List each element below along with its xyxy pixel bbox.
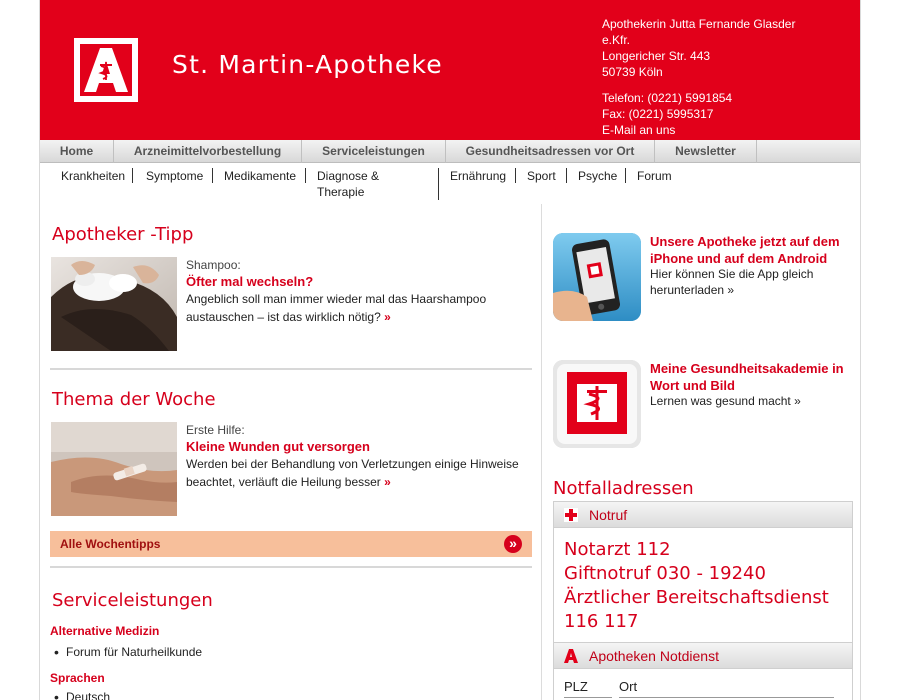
emergency-line-notarzt: Notarzt 112 xyxy=(564,539,671,560)
notruf-box: Notruf Notarzt 112 Giftnotruf 030 - 1924… xyxy=(553,501,853,643)
notdienst-title: Apotheken Notdienst xyxy=(589,648,719,664)
thema-title[interactable]: Kleine Wunden gut versorgen xyxy=(186,439,370,454)
promo-app-title[interactable]: Unsere Apotheke jetzt auf dem iPhone und… xyxy=(650,233,850,267)
double-arrow-right-icon: » xyxy=(504,535,522,553)
nav-arzneimittelvorbestellung[interactable]: Arzneimittelvorbestellung xyxy=(114,140,302,163)
promo-akademie-title[interactable]: Meine Gesundheitsakademie in Wort und Bi… xyxy=(650,360,850,394)
site-header: St. Martin-Apotheke Apothekerin Jutta Fe… xyxy=(40,0,860,140)
thema-category: Erste Hilfe: xyxy=(186,423,245,437)
nav-home[interactable]: Home xyxy=(40,140,114,163)
column-divider xyxy=(541,204,542,700)
apotheke-a-icon xyxy=(80,44,132,96)
all-weekly-tips-label: Alle Wochentipps xyxy=(60,537,161,551)
divider xyxy=(50,368,532,370)
service-category-alternative-medizin: Alternative Medizin xyxy=(50,624,160,638)
promo-app-text[interactable]: Hier können Sie die App gleich herunterl… xyxy=(650,266,850,298)
city-address: 50739 Köln xyxy=(602,65,663,79)
emergency-line-bereitschaft-number: 116 117 xyxy=(564,611,639,632)
nav-gesundheitsadressen[interactable]: Gesundheitsadressen vor Ort xyxy=(446,140,655,163)
phone-number: Telefon: (0221) 5991854 xyxy=(602,91,733,105)
plz-input[interactable] xyxy=(564,697,612,698)
nav-serviceleistungen[interactable]: Serviceleistungen xyxy=(302,140,446,163)
plz-label: PLZ xyxy=(564,679,588,694)
street-address: Longericher Str. 443 xyxy=(602,49,711,63)
all-weekly-tips-button[interactable]: Alle Wochentipps » xyxy=(50,531,532,557)
contact-info: Apothekerin Jutta Fernande Glasder e.Kfr… xyxy=(602,16,795,138)
emergency-line-bereitschaft: Ärztlicher Bereitschaftsdienst xyxy=(564,587,829,608)
notdienst-header: Apotheken Notdienst xyxy=(554,643,852,669)
subnav-sport[interactable]: Sport xyxy=(527,168,556,184)
legal-form: e.Kfr. xyxy=(602,33,631,47)
nav-newsletter[interactable]: Newsletter xyxy=(655,140,757,163)
tipp-heading: Apotheker -Tipp xyxy=(52,224,194,245)
main-navigation: Home Arzneimittelvorbestellung Servicele… xyxy=(40,140,860,163)
email-link[interactable]: E-Mail an uns xyxy=(602,122,795,138)
smartphone-app-icon[interactable] xyxy=(553,233,641,321)
tipp-more-link[interactable]: » xyxy=(384,310,391,324)
tipp-text: Angeblich soll man immer wieder mal das … xyxy=(186,292,487,324)
notruf-title: Notruf xyxy=(589,507,628,523)
subnav-krankheiten[interactable]: Krankheiten xyxy=(61,168,125,184)
subnav-forum[interactable]: Forum xyxy=(637,168,672,184)
subnav-ernaehrung[interactable]: Ernährung xyxy=(450,168,506,184)
apotheke-a-icon[interactable] xyxy=(553,360,641,448)
tipp-title[interactable]: Öfter mal wechseln? xyxy=(186,274,313,289)
thema-more-link[interactable]: » xyxy=(384,475,391,489)
subnav-diagnose-therapie[interactable]: Diagnose & Therapie xyxy=(317,168,427,200)
apotheke-logo[interactable] xyxy=(74,38,138,102)
wound-care-photo[interactable] xyxy=(51,422,177,516)
service-item-deutsch: Deutsch xyxy=(54,689,110,700)
apotheke-a-icon xyxy=(564,649,578,663)
topic-navigation: Krankheiten Symptome Medikamente Diagnos… xyxy=(40,168,860,202)
services-heading: Serviceleistungen xyxy=(52,590,213,611)
ort-input[interactable] xyxy=(619,697,834,698)
site-title[interactable]: St. Martin-Apotheke xyxy=(172,50,443,79)
emergency-line-giftnotruf: Giftnotruf 030 - 19240 xyxy=(564,563,766,584)
fax-number: Fax: (0221) 5995317 xyxy=(602,107,714,121)
thema-heading: Thema der Woche xyxy=(52,389,216,410)
shampoo-photo[interactable] xyxy=(51,257,177,351)
notruf-header: Notruf xyxy=(554,502,852,528)
subnav-symptome[interactable]: Symptome xyxy=(146,168,203,184)
promo-akademie-text[interactable]: Lernen was gesund macht » xyxy=(650,393,850,409)
notdienst-box: Apotheken Notdienst PLZ Ort xyxy=(553,643,853,700)
divider xyxy=(50,566,532,568)
page: St. Martin-Apotheke Apothekerin Jutta Fe… xyxy=(39,0,861,700)
red-cross-icon xyxy=(564,508,578,522)
owner-name: Apothekerin Jutta Fernande Glasder xyxy=(602,17,796,31)
service-category-sprachen: Sprachen xyxy=(50,671,105,685)
ort-label: Ort xyxy=(619,679,638,694)
service-item-naturheilkunde[interactable]: Forum für Naturheilkunde xyxy=(54,644,202,660)
subnav-psyche[interactable]: Psyche xyxy=(578,168,617,184)
tipp-category: Shampoo: xyxy=(186,258,241,272)
subnav-medikamente[interactable]: Medikamente xyxy=(224,168,296,184)
emergency-heading: Notfalladressen xyxy=(553,478,694,499)
thema-text: Werden bei der Behandlung von Verletzung… xyxy=(186,457,519,489)
